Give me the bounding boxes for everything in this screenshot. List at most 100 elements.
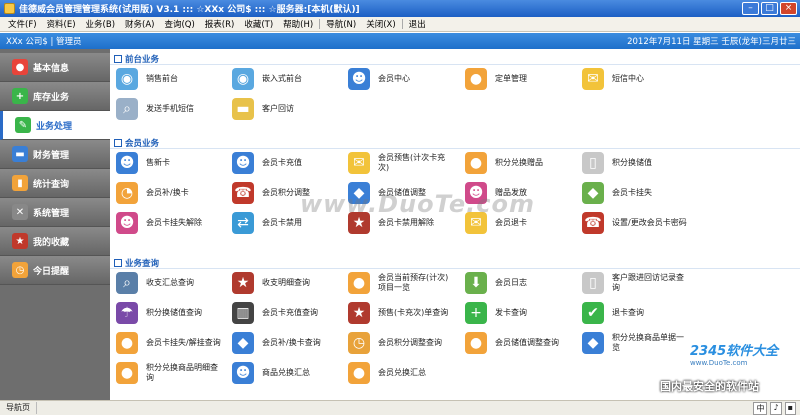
function-tile-label: 会员积分调整查询: [378, 338, 442, 347]
window-controls: – □ ×: [742, 2, 797, 15]
function-tile-label: 积分兑换商品单据一览: [612, 333, 684, 352]
menu-item[interactable]: 文件(F): [3, 18, 42, 30]
function-tile[interactable]: ▬ 客户回访: [232, 98, 294, 120]
plus-icon: +: [12, 88, 28, 104]
function-tile[interactable]: ☻ 商品兑换汇总: [232, 362, 310, 384]
menu-item[interactable]: 业务(B): [81, 18, 120, 30]
star-icon: ★: [232, 272, 254, 294]
function-tile[interactable]: ▥ 会员卡充值查询: [232, 302, 318, 324]
tag-icon: ◆: [582, 182, 604, 204]
menu-item[interactable]: 导航(N): [321, 18, 361, 30]
users-icon: ☻: [116, 152, 138, 174]
date-label: 2012年7月11日 星期三 壬辰(龙年)三月廿三: [627, 37, 796, 47]
ime-button[interactable]: ▪: [784, 401, 796, 415]
function-tile[interactable]: ☎ 设置/更改会员卡密码: [582, 212, 687, 234]
function-tile[interactable]: ● 积分兑换商品明细查询: [116, 362, 222, 384]
function-tile[interactable]: ☻ 会员卡充值: [232, 152, 302, 174]
menu-item[interactable]: 资料(E): [42, 18, 81, 30]
function-tile[interactable]: ◔ 会员补/换卡: [116, 182, 189, 204]
nav-page-tab[interactable]: 导航页: [0, 402, 37, 414]
function-tile[interactable]: ◉ 嵌入式前台: [232, 68, 302, 90]
function-tile[interactable]: ● 定单管理: [465, 68, 527, 90]
folder-icon: ▬: [232, 98, 254, 120]
menu-item[interactable]: 财务(A): [120, 18, 159, 30]
function-tile[interactable]: ⌕ 发送手机短信: [116, 98, 194, 120]
function-tile-label: 预售(卡充次)单查询: [378, 308, 449, 317]
function-tile[interactable]: ⇄ 会员卡禁用: [232, 212, 302, 234]
sidebar-item-label: 今日提醒: [33, 266, 70, 277]
function-tile[interactable]: ⬇ 会员日志: [465, 272, 527, 294]
duote-watermark: www.DuoTe.com: [300, 190, 535, 218]
umbrella-icon: ☂: [116, 302, 138, 324]
function-tile[interactable]: ✉ 会员预售(计次卡充次): [348, 152, 454, 174]
function-tile[interactable]: ● 会员卡挂失/解挂查询: [116, 332, 221, 354]
base-info-icon: ●: [12, 59, 28, 75]
function-tile-label: 收支汇总查询: [146, 278, 194, 287]
function-tile[interactable]: ◷ 会员积分调整查询: [348, 332, 442, 354]
sidebar-item[interactable]: ◷ 今日提醒: [0, 256, 110, 285]
function-tile[interactable]: ● 会员当前预存(计次)项目一览: [348, 272, 454, 294]
function-tile[interactable]: ☻ 售新卡: [116, 152, 170, 174]
function-tile[interactable]: + 发卡查询: [465, 302, 527, 324]
function-tile[interactable]: ◉ 销售前台: [116, 68, 178, 90]
section-divider: [110, 148, 800, 149]
function-tile-label: 嵌入式前台: [262, 74, 302, 83]
function-tile[interactable]: ◆ 会员卡挂失: [582, 182, 652, 204]
sidebar-item-label: 基本信息: [33, 63, 70, 74]
sidebar-item[interactable]: ▮ 统计查询: [0, 169, 110, 198]
function-tile-label: 定单管理: [495, 74, 527, 83]
function-tile-label: 会员日志: [495, 278, 527, 287]
chart-icon: ▮: [12, 175, 28, 191]
menu-item[interactable]: 帮助(H): [278, 18, 318, 30]
function-tile-label: 会员预售(计次卡充次): [378, 153, 446, 172]
menu-item[interactable]: 关闭(X): [361, 18, 400, 30]
section-divider: [110, 64, 800, 65]
close-button[interactable]: ×: [780, 2, 797, 15]
function-tile[interactable]: ★ 预售(卡充次)单查询: [348, 302, 448, 324]
menu-item[interactable]: 收藏(T): [239, 18, 278, 30]
function-tile[interactable]: ▯ 客户跟进回访记录查询: [582, 272, 688, 294]
menu-item[interactable]: 报表(R): [200, 18, 240, 30]
function-tile[interactable]: ● 积分兑换赠品: [465, 152, 543, 174]
function-tile[interactable]: ▯ 积分换储值: [582, 152, 652, 174]
function-tile[interactable]: ◆ 积分兑换商品单据一览: [582, 332, 688, 354]
maximize-button[interactable]: □: [761, 2, 778, 15]
phone-icon: ☎: [582, 212, 604, 234]
sidebar-item[interactable]: ★ 我的收藏: [0, 227, 110, 256]
function-tile[interactable]: ✉ 短信中心: [582, 68, 644, 90]
function-tile[interactable]: ☻ 会员卡挂失解除: [116, 212, 202, 234]
phone-icon: ☎: [232, 182, 254, 204]
sidebar-item[interactable]: + 库存业务: [0, 82, 110, 111]
sale-badge-icon: ◉: [232, 68, 254, 90]
function-tile-label: 会员中心: [378, 74, 410, 83]
sidebar-item[interactable]: ✕ 系统管理: [0, 198, 110, 227]
magnifier-icon: ⌕: [116, 272, 138, 294]
bulb-icon: ●: [465, 332, 487, 354]
pie-chart-icon: ◔: [116, 182, 138, 204]
sidebar-item[interactable]: ✎ 业务处理: [0, 111, 110, 140]
function-tile-label: 短信中心: [612, 74, 644, 83]
minimize-button[interactable]: –: [742, 2, 759, 15]
function-tile-label: 售新卡: [146, 158, 170, 167]
ime-button[interactable]: ♪: [770, 401, 782, 415]
brand-watermark-url: www.DuoTe.com: [690, 359, 748, 367]
function-tile[interactable]: ★ 收支明细查询: [232, 272, 310, 294]
function-tile[interactable]: ☻ 会员中心: [348, 68, 410, 90]
function-tile[interactable]: ◆ 会员补/换卡查询: [232, 332, 321, 354]
section-divider: [110, 268, 800, 269]
function-tile[interactable]: ⌕ 收支汇总查询: [116, 272, 194, 294]
speech-bubble-icon: ●: [116, 332, 138, 354]
menu-item[interactable]: 查询(Q): [159, 18, 199, 30]
function-tile[interactable]: ● 会员储值调整查询: [465, 332, 559, 354]
checkmark-icon: ✔: [582, 302, 604, 324]
sidebar-item[interactable]: ● 基本信息: [0, 53, 110, 82]
function-tile[interactable]: ☎ 会员积分调整: [232, 182, 310, 204]
function-tile-label: 会员退卡: [495, 218, 527, 227]
ime-indicator[interactable]: 中 ♪ ▪: [753, 401, 796, 415]
sidebar-item[interactable]: ▬ 财务管理: [0, 140, 110, 169]
function-tile[interactable]: ☂ 积分换储值查询: [116, 302, 202, 324]
ime-button[interactable]: 中: [753, 401, 768, 415]
menu-item[interactable]: 退出: [404, 18, 431, 30]
function-tile[interactable]: ● 会员兑换汇总: [348, 362, 426, 384]
function-tile[interactable]: ✔ 退卡查询: [582, 302, 644, 324]
